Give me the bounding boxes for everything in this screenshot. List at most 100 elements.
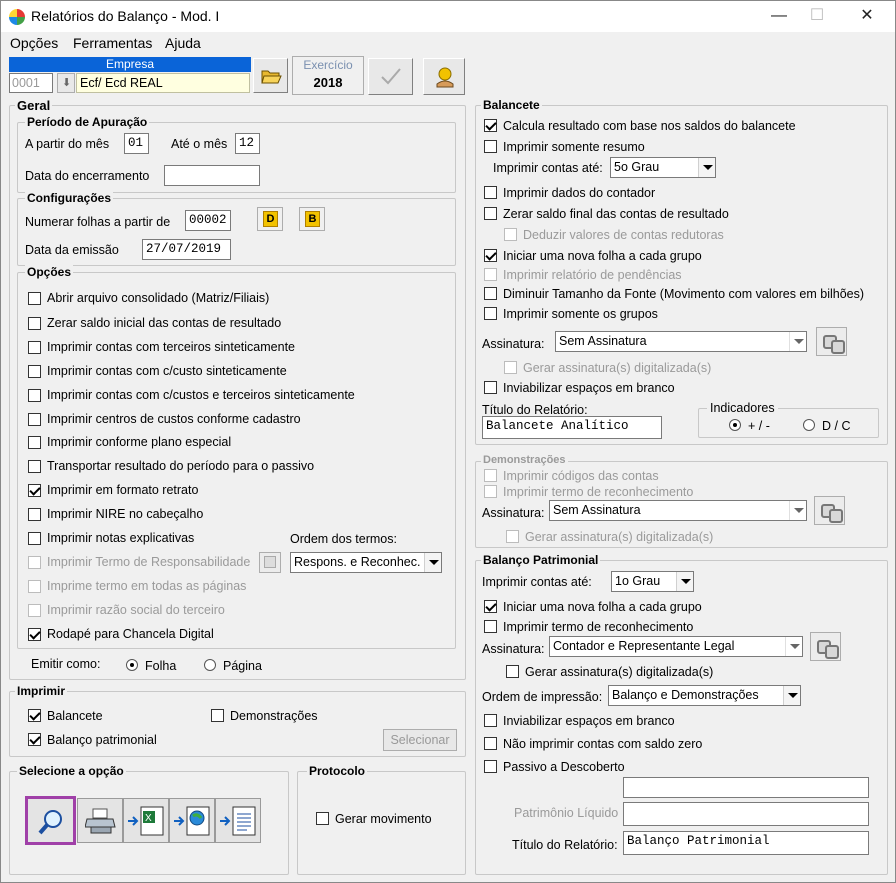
balanco-termo-checkbox[interactable]: [484, 620, 497, 633]
balancete-inviabilizar-checkbox[interactable]: [484, 381, 497, 394]
passivo-descoberto-field[interactable]: [623, 777, 869, 798]
b-button[interactable]: B: [299, 207, 325, 231]
demonstracoes-assinatura-select[interactable]: Sem Assinatura: [549, 500, 807, 521]
resumo-checkbox[interactable]: [484, 140, 497, 153]
nao-imprimir-zero-checkbox[interactable]: [484, 737, 497, 750]
passivo-descoberto-checkbox[interactable]: [484, 760, 497, 773]
opcao-label: Rodapé para Chancela Digital: [47, 627, 214, 641]
grupos-checkbox[interactable]: [484, 307, 497, 320]
emissao-field[interactable]: 27/07/2019: [142, 239, 231, 260]
empresa-name-field[interactable]: Ecf/ Ecd REAL: [76, 73, 250, 93]
demonstracoes-assinatura-label: Assinatura:: [482, 506, 545, 520]
balancete-assinatura-select[interactable]: Sem Assinatura: [555, 331, 807, 352]
balancete-gerar-assinatura-checkbox[interactable]: [504, 361, 517, 374]
deduzir-checkbox[interactable]: [504, 228, 517, 241]
indicador-dc-radio[interactable]: [803, 419, 815, 431]
opcao-checkbox[interactable]: [28, 484, 41, 497]
opcao-checkbox[interactable]: [28, 292, 41, 305]
balanco-contas-label: Imprimir contas até:: [482, 575, 592, 589]
from-month-field[interactable]: 01: [124, 133, 149, 154]
web-export-button[interactable]: [169, 798, 215, 843]
balanco-gerar-assinatura-checkbox[interactable]: [506, 665, 519, 678]
balanco-assinatura-config-button[interactable]: [810, 632, 841, 661]
opcao-checkbox[interactable]: [28, 317, 41, 330]
opcao-checkbox[interactable]: [28, 436, 41, 449]
preview-button[interactable]: [25, 796, 76, 845]
selecionar-button[interactable]: Selecionar: [383, 729, 457, 751]
coin-button[interactable]: [423, 58, 465, 95]
balanco-nova-folha-checkbox[interactable]: [484, 600, 497, 613]
close-button[interactable]: ✕: [844, 3, 890, 29]
balancete-assinatura-config-button[interactable]: [816, 327, 847, 356]
to-month-field[interactable]: 12: [235, 133, 260, 154]
opcao-checkbox[interactable]: [28, 556, 41, 569]
opcao-checkbox[interactable]: [28, 628, 41, 641]
demonstracoes-termo-checkbox[interactable]: [484, 485, 497, 498]
opcao-checkbox[interactable]: [28, 460, 41, 473]
balancete-contas-select[interactable]: 5o Grau: [610, 157, 716, 178]
open-folder-button[interactable]: [253, 58, 288, 93]
empresa-code-field[interactable]: 0001: [9, 73, 53, 93]
opcao-checkbox[interactable]: [28, 389, 41, 402]
pendencias-checkbox[interactable]: [484, 268, 497, 281]
balancete-label: Balancete: [47, 709, 103, 723]
balancete-checkbox[interactable]: [28, 709, 41, 722]
demonstracoes-termo-label: Imprimir termo de reconhecimento: [503, 485, 694, 499]
dropdown-arrow-icon: [424, 553, 441, 572]
opcao-label: Imprimir NIRE no cabeçalho: [47, 507, 204, 521]
gerar-movimento-checkbox[interactable]: [316, 812, 329, 825]
excel-export-button[interactable]: X: [123, 798, 169, 843]
ordem-termos-select[interactable]: Respons. e Reconhec.: [290, 552, 442, 573]
dropdown-arrow-icon: [789, 332, 806, 351]
encerramento-field[interactable]: [164, 165, 260, 186]
document-export-button[interactable]: [215, 798, 261, 843]
balanco-checkbox[interactable]: [28, 733, 41, 746]
balanco-inviabilizar-checkbox[interactable]: [484, 714, 497, 727]
contador-checkbox[interactable]: [484, 186, 497, 199]
balancete-title: Balancete: [481, 98, 542, 112]
menu-ajuda[interactable]: Ajuda: [165, 35, 201, 51]
zerar-final-checkbox[interactable]: [484, 207, 497, 220]
opcao-checkbox[interactable]: [28, 413, 41, 426]
termo-config-button[interactable]: [259, 552, 281, 573]
confirm-button[interactable]: [368, 58, 413, 95]
menu-ferramentas[interactable]: Ferramentas: [73, 35, 152, 51]
balancete-contas-label: Imprimir contas até:: [493, 161, 603, 175]
balancete-nova-folha-checkbox[interactable]: [484, 249, 497, 262]
ordem-impressao-select[interactable]: Balanço e Demonstrações: [608, 685, 801, 706]
opcao-label: Imprimir centros de custos conforme cada…: [47, 412, 301, 426]
diminuir-checkbox[interactable]: [484, 287, 497, 300]
codigos-checkbox[interactable]: [484, 469, 497, 482]
print-button[interactable]: [77, 798, 123, 843]
balancete-titulo-field[interactable]: Balancete Analítico: [482, 416, 662, 439]
opcao-checkbox[interactable]: [28, 365, 41, 378]
numerar-field[interactable]: 00002: [185, 210, 231, 231]
indicador-plus-minus-radio[interactable]: [729, 419, 741, 431]
balanco-contas-select[interactable]: 1o Grau: [611, 571, 694, 592]
emitir-pagina-radio[interactable]: [204, 659, 216, 671]
demonstracoes-gerar-assinatura-checkbox[interactable]: [506, 530, 519, 543]
opcao-checkbox[interactable]: [28, 604, 41, 617]
balancete-nova-folha-label: Iniciar uma nova folha a cada grupo: [503, 249, 702, 263]
resumo-label: Imprimir somente resumo: [503, 140, 645, 154]
calcula-checkbox[interactable]: [484, 119, 497, 132]
empresa-lookup-button[interactable]: ⬇: [57, 73, 75, 93]
opcao-checkbox[interactable]: [28, 508, 41, 521]
demonstracoes-checkbox[interactable]: [211, 709, 224, 722]
emitir-folha-label: Folha: [145, 659, 177, 673]
opcao-checkbox[interactable]: [28, 580, 41, 593]
d-button[interactable]: D: [257, 207, 283, 231]
opcao-checkbox[interactable]: [28, 341, 41, 354]
folder-open-icon: [261, 70, 282, 84]
emitir-folha-radio[interactable]: [126, 659, 138, 671]
menu-opcoes[interactable]: Opções: [10, 35, 58, 51]
emissao-label: Data da emissão: [25, 243, 119, 257]
opcao-label: Imprimir razão social do terceiro: [47, 603, 225, 617]
maximize-button[interactable]: ☐: [794, 3, 840, 29]
opcao-label: Imprimir contas com c/custo sinteticamen…: [47, 364, 287, 378]
balanco-titulo-field[interactable]: Balanço Patrimonial: [623, 831, 869, 855]
patrimonio-field[interactable]: [623, 802, 869, 826]
demonstracoes-assinatura-config-button[interactable]: [814, 496, 845, 525]
balanco-assinatura-select[interactable]: Contador e Representante Legal: [549, 636, 803, 657]
opcao-checkbox[interactable]: [28, 532, 41, 545]
